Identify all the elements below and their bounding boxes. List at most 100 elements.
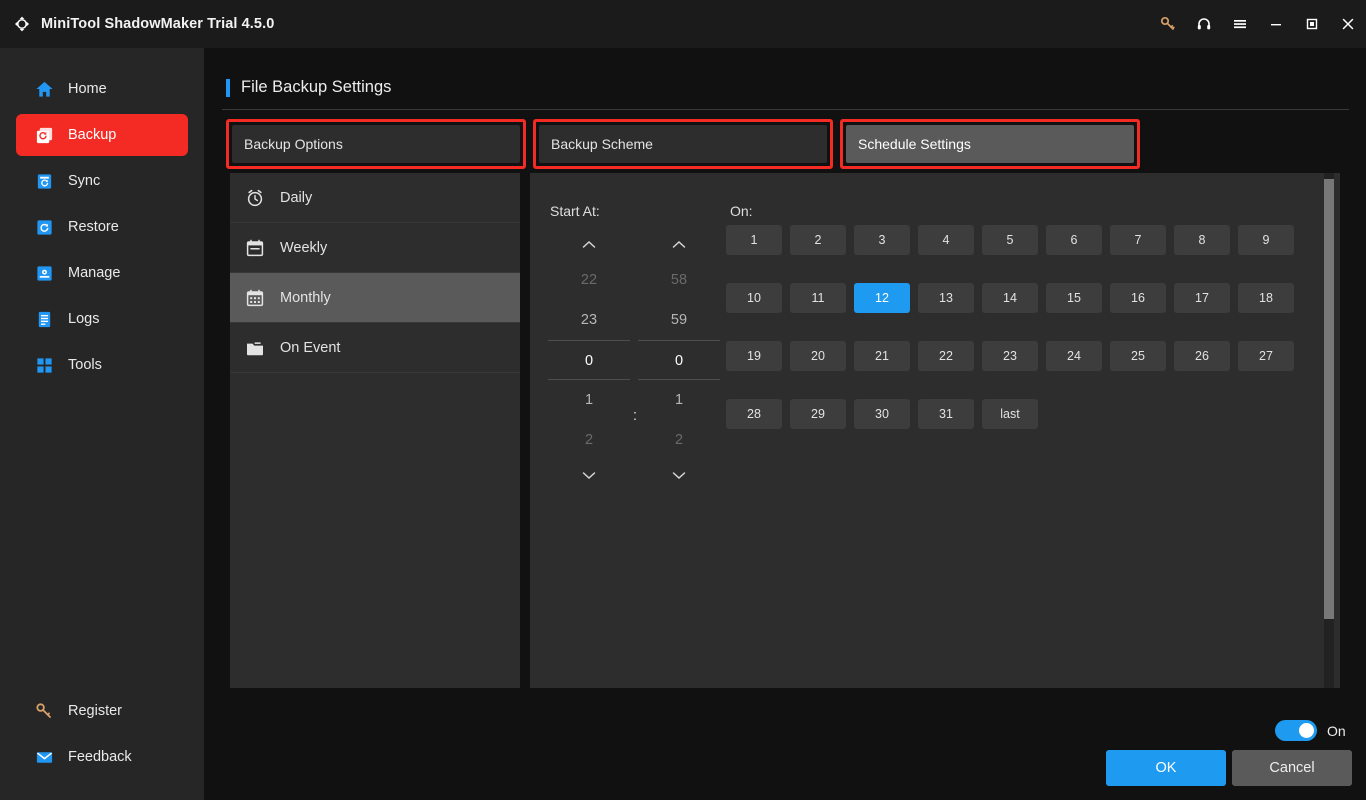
day-button[interactable]: 15 bbox=[1046, 283, 1102, 313]
day-button[interactable]: 28 bbox=[726, 399, 782, 429]
day-button[interactable]: 27 bbox=[1238, 341, 1294, 371]
maximize-icon[interactable] bbox=[1294, 0, 1330, 48]
day-button[interactable]: 21 bbox=[854, 341, 910, 371]
minute-value[interactable]: 58 bbox=[638, 260, 720, 300]
sidebar-item-restore[interactable]: Restore bbox=[16, 206, 188, 248]
hour-value[interactable]: 1 bbox=[548, 380, 630, 420]
schedule-item-weekly[interactable]: Weekly bbox=[230, 223, 520, 273]
schedule-item-on-event[interactable]: On Event bbox=[230, 323, 520, 373]
day-button[interactable]: 18 bbox=[1238, 283, 1294, 313]
hour-value[interactable]: 22 bbox=[548, 260, 630, 300]
page-title: File Backup Settings bbox=[241, 78, 392, 96]
day-button[interactable]: 19 bbox=[726, 341, 782, 371]
day-button[interactable]: 30 bbox=[854, 399, 910, 429]
day-button[interactable]: 6 bbox=[1046, 225, 1102, 255]
sync-icon bbox=[34, 171, 54, 191]
content-scrollbar-track[interactable] bbox=[1324, 173, 1334, 688]
day-button[interactable]: 7 bbox=[1110, 225, 1166, 255]
sidebar-item-sync[interactable]: Sync bbox=[16, 160, 188, 202]
hamburger-menu-icon[interactable] bbox=[1222, 0, 1258, 48]
schedule-toggle[interactable] bbox=[1275, 720, 1317, 741]
day-button[interactable]: 17 bbox=[1174, 283, 1230, 313]
day-cell: 31 bbox=[918, 399, 982, 429]
day-cell: 7 bbox=[1110, 225, 1174, 255]
day-button[interactable]: 24 bbox=[1046, 341, 1102, 371]
day-cell: 21 bbox=[854, 341, 918, 371]
day-cell: 5 bbox=[982, 225, 1046, 255]
hour-value[interactable]: 23 bbox=[548, 300, 630, 340]
schedule-item-label: Daily bbox=[280, 189, 313, 206]
headset-icon[interactable] bbox=[1186, 0, 1222, 48]
key-icon bbox=[34, 701, 54, 721]
schedule-item-daily[interactable]: Daily bbox=[230, 173, 520, 223]
envelope-icon bbox=[34, 747, 54, 767]
day-cell: 28 bbox=[726, 399, 790, 429]
key-icon[interactable] bbox=[1150, 0, 1186, 48]
day-button[interactable]: 20 bbox=[790, 341, 846, 371]
day-button[interactable]: 11 bbox=[790, 283, 846, 313]
day-button[interactable]: 13 bbox=[918, 283, 974, 313]
main-content: File Backup Settings Backup Options Back… bbox=[204, 48, 1366, 800]
app-title: MiniTool ShadowMaker Trial 4.5.0 bbox=[41, 16, 275, 32]
day-button[interactable]: 22 bbox=[918, 341, 974, 371]
tab-schedule-settings[interactable]: Schedule Settings bbox=[840, 119, 1140, 169]
day-button[interactable]: 1 bbox=[726, 225, 782, 255]
day-button[interactable]: 3 bbox=[854, 225, 910, 255]
cancel-button[interactable]: Cancel bbox=[1232, 750, 1352, 786]
refresh-arrows-logo-icon bbox=[12, 14, 32, 34]
day-cell: 27 bbox=[1238, 341, 1302, 371]
chevron-down-icon[interactable] bbox=[548, 460, 630, 490]
minute-value-selected[interactable]: 0 bbox=[638, 340, 720, 380]
sidebar-item-home[interactable]: Home bbox=[16, 68, 188, 110]
title-bar: MiniTool ShadowMaker Trial 4.5.0 bbox=[0, 0, 1366, 48]
day-button[interactable]: 8 bbox=[1174, 225, 1230, 255]
sidebar: Home Backup Sync Restore Manage Logs Too… bbox=[0, 48, 204, 800]
day-cell: 26 bbox=[1174, 341, 1238, 371]
day-cell: last bbox=[982, 399, 1046, 429]
page-header: File Backup Settings bbox=[226, 78, 391, 97]
day-button[interactable]: 31 bbox=[918, 399, 974, 429]
day-button[interactable]: 2 bbox=[790, 225, 846, 255]
day-button[interactable]: 29 bbox=[790, 399, 846, 429]
day-cell: 9 bbox=[1238, 225, 1302, 255]
schedule-item-monthly[interactable]: Monthly bbox=[230, 273, 520, 323]
tools-icon bbox=[34, 355, 54, 375]
hour-value-selected[interactable]: 0 bbox=[548, 340, 630, 380]
chevron-up-icon[interactable] bbox=[548, 230, 630, 260]
sidebar-item-label: Restore bbox=[68, 219, 119, 235]
day-cell: 29 bbox=[790, 399, 854, 429]
sidebar-item-manage[interactable]: Manage bbox=[16, 252, 188, 294]
day-button[interactable]: 10 bbox=[726, 283, 782, 313]
day-button[interactable]: last bbox=[982, 399, 1038, 429]
close-icon[interactable] bbox=[1330, 0, 1366, 48]
content-scrollbar-thumb[interactable] bbox=[1324, 179, 1334, 619]
ok-button[interactable]: OK bbox=[1106, 750, 1226, 786]
day-button-selected[interactable]: 12 bbox=[854, 283, 910, 313]
day-button[interactable]: 23 bbox=[982, 341, 1038, 371]
day-button[interactable]: 16 bbox=[1110, 283, 1166, 313]
tab-backup-options[interactable]: Backup Options bbox=[226, 119, 526, 169]
sidebar-item-register[interactable]: Register bbox=[16, 690, 188, 732]
day-button[interactable]: 14 bbox=[982, 283, 1038, 313]
sidebar-item-logs[interactable]: Logs bbox=[16, 298, 188, 340]
minimize-icon[interactable] bbox=[1258, 0, 1294, 48]
day-button[interactable]: 26 bbox=[1174, 341, 1230, 371]
minute-value[interactable]: 59 bbox=[638, 300, 720, 340]
day-cell: 10 bbox=[726, 283, 790, 313]
sidebar-item-feedback[interactable]: Feedback bbox=[16, 736, 188, 778]
sidebar-item-tools[interactable]: Tools bbox=[16, 344, 188, 386]
day-button[interactable]: 5 bbox=[982, 225, 1038, 255]
tab-backup-scheme[interactable]: Backup Scheme bbox=[533, 119, 833, 169]
sidebar-bottom-nav: Register Feedback bbox=[0, 686, 204, 782]
chevron-down-icon[interactable] bbox=[638, 460, 720, 490]
hour-value[interactable]: 2 bbox=[548, 420, 630, 460]
day-button[interactable]: 25 bbox=[1110, 341, 1166, 371]
day-button[interactable]: 4 bbox=[918, 225, 974, 255]
minute-value[interactable]: 2 bbox=[638, 420, 720, 460]
day-cell: 6 bbox=[1046, 225, 1110, 255]
minute-value[interactable]: 1 bbox=[638, 380, 720, 420]
sidebar-item-label: Manage bbox=[68, 265, 121, 281]
day-button[interactable]: 9 bbox=[1238, 225, 1294, 255]
sidebar-item-backup[interactable]: Backup bbox=[16, 114, 188, 156]
chevron-up-icon[interactable] bbox=[638, 230, 720, 260]
